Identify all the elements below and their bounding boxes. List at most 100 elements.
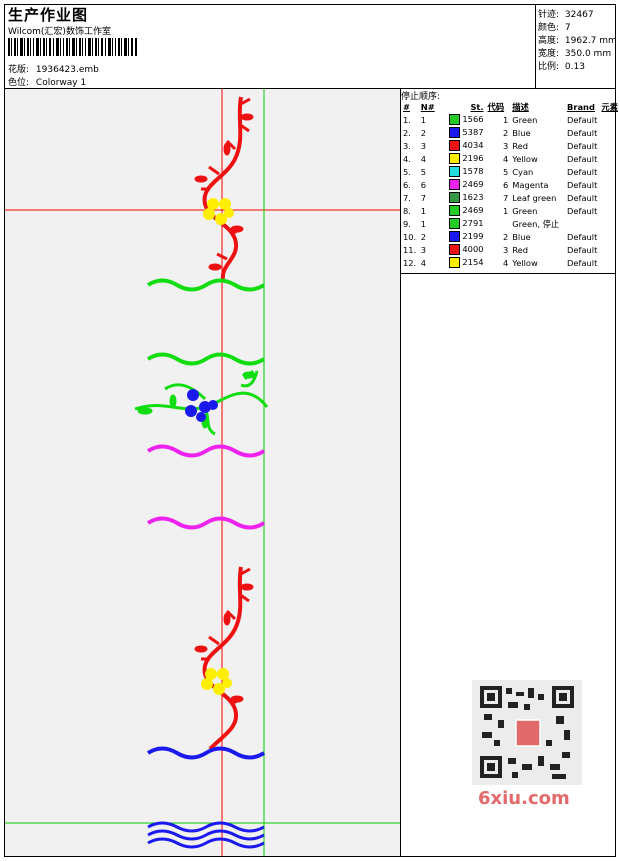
stat-label: 比例: <box>538 62 560 72</box>
needle-number: 3 <box>420 244 427 255</box>
stitch-count-value: 5387 <box>462 127 484 137</box>
color-description: Blue <box>512 127 531 138</box>
yellow-flower-top <box>203 198 234 225</box>
row-index: 9. <box>403 218 411 229</box>
color-swatch <box>449 153 461 164</box>
thread-brand: Default <box>567 257 598 268</box>
thread-brand: Default <box>567 114 598 125</box>
thread-code <box>486 217 511 230</box>
design-preview <box>5 89 400 856</box>
design-value: 1936423.emb <box>35 65 99 75</box>
design-label: 花版: <box>8 65 30 75</box>
column-header: 代码 <box>487 102 505 112</box>
colorway-value: Colorway 1 <box>35 78 87 88</box>
row-index: 2. <box>403 127 411 138</box>
stitch-count-value: 2199 <box>462 231 484 241</box>
green-wave-2 <box>146 352 266 366</box>
table-row: 4. 4 2196 4 Yellow Default <box>401 152 620 165</box>
qr-code <box>472 680 582 785</box>
magenta-wave-1 <box>146 444 266 458</box>
color-swatch <box>449 231 461 242</box>
row-index: 1. <box>403 114 411 125</box>
stat-value: 350.0 mm <box>564 49 612 59</box>
element-cell <box>599 204 620 217</box>
table-row: 2. 2 5387 2 Blue Default <box>401 126 620 139</box>
stitch-count-value: 2196 <box>462 153 484 163</box>
element-cell <box>599 165 620 178</box>
color-swatch <box>449 257 461 268</box>
thread-code: 5 <box>502 166 509 177</box>
element-cell <box>599 191 620 204</box>
color-swatch <box>449 192 461 203</box>
stitch-count: 2469 <box>447 204 485 217</box>
red-flower-motif-top <box>194 96 254 280</box>
stitch-count-value: 2154 <box>462 257 484 267</box>
element-cell <box>599 139 620 152</box>
table-header-row: # N# St. 代码 描述 Brand 元素 <box>401 101 620 113</box>
thread-brand: Default <box>567 166 598 177</box>
element-cell <box>599 152 620 165</box>
thread-code: 2 <box>502 127 509 138</box>
stitch-count-value: 1623 <box>462 192 484 202</box>
stitch-count: 2469 <box>447 178 485 191</box>
stitch-count-value: 2469 <box>462 179 484 189</box>
color-swatch <box>449 179 461 190</box>
needle-number: 1 <box>420 114 427 125</box>
thread-brand: Default <box>567 140 598 151</box>
table-row: 6. 6 2469 6 Magenta Default <box>401 178 620 191</box>
stitch-count: 4000 <box>447 243 485 256</box>
thread-brand <box>565 217 599 230</box>
table-row: 5. 5 1578 5 Cyan Default <box>401 165 620 178</box>
stitch-count: 1623 <box>447 191 485 204</box>
stat-colors: 颜色: 7 <box>538 20 571 33</box>
stat-height: 高度: 1962.7 mm <box>538 33 617 46</box>
stat-stitches: 针迹: 32467 <box>538 7 594 20</box>
color-description: Green <box>512 114 538 125</box>
color-swatch <box>449 205 461 216</box>
stat-label: 针迹: <box>538 10 560 20</box>
stitch-count-value: 1578 <box>462 166 484 176</box>
color-swatch <box>449 218 461 229</box>
row-index: 10. <box>403 231 417 242</box>
needle-number: 4 <box>420 257 427 268</box>
red-flower-motif-bottom <box>194 566 254 751</box>
row-index: 11. <box>403 244 417 255</box>
thread-code: 4 <box>502 257 509 268</box>
thread-code: 1 <box>502 114 509 125</box>
color-description: Cyan <box>512 166 534 177</box>
element-cell <box>599 126 620 139</box>
element-cell <box>599 243 620 256</box>
stat-width: 宽度: 350.0 mm <box>538 46 611 59</box>
stitch-count: 2196 <box>447 152 485 165</box>
thread-brand: Default <box>567 179 598 190</box>
column-header: 元素 <box>601 102 618 112</box>
needle-number: 5 <box>420 166 427 177</box>
color-swatch <box>449 127 461 138</box>
row-index: 6. <box>403 179 411 190</box>
color-swatch <box>449 166 461 177</box>
stat-label: 颜色: <box>538 23 560 33</box>
stop-rows: 1. 1 1566 1 Green Default 2. 2 5387 2 Blue Default 3… <box>401 113 620 269</box>
element-cell <box>599 217 620 230</box>
thread-code: 3 <box>502 140 509 151</box>
needle-number: 6 <box>420 179 427 190</box>
needle-number: 4 <box>420 153 427 164</box>
colorway-line: 色位: Colorway 1 <box>8 75 86 88</box>
table-row: 12. 4 2154 4 Yellow Default <box>401 256 620 269</box>
stitch-count: 2154 <box>447 256 485 269</box>
row-index: 5. <box>403 166 411 177</box>
color-swatch <box>449 140 461 151</box>
column-header: St. <box>470 102 484 112</box>
table-row: 3. 3 4034 3 Red Default <box>401 139 620 152</box>
color-swatch <box>449 114 461 125</box>
needle-number: 2 <box>420 127 427 138</box>
element-cell <box>599 230 620 243</box>
stats-divider <box>535 4 536 89</box>
page-title: 生产作业图 <box>8 6 89 24</box>
color-description: Red <box>512 244 528 255</box>
thread-brand: Default <box>567 244 598 255</box>
thread-brand: Default <box>567 231 598 242</box>
stat-value: 1962.7 mm <box>564 36 617 46</box>
needle-number: 7 <box>420 192 427 203</box>
thread-code: 1 <box>502 205 509 216</box>
